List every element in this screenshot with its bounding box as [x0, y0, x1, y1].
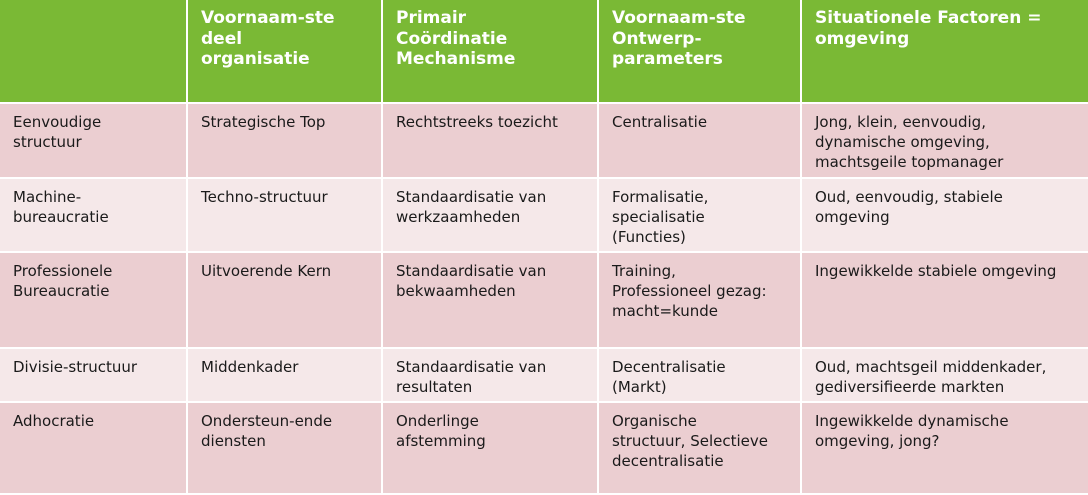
table-row: Adhocratie Ondersteun-ende diensten Onde…	[0, 402, 1088, 495]
table-row: Professionele Bureaucratie Uitvoerende K…	[0, 252, 1088, 349]
header-cell-design-params: Voornaam-ste Ontwerp- parameters	[598, 0, 802, 104]
table-cell: Onderlinge afstemming	[382, 402, 599, 495]
table-cell: Jong, klein, eenvoudig, dynamische omgev…	[801, 103, 1088, 179]
table-cell: Machine- bureaucratie	[0, 178, 188, 253]
table-cell: Adhocratie	[0, 402, 188, 495]
table-body: Eenvoudige structuur Strategische Top Re…	[0, 103, 1088, 495]
table-header: Voornaam-ste deel organisatie Primair Co…	[0, 0, 1088, 104]
table-cell: Ondersteun-ende diensten	[187, 402, 383, 495]
table-cell: Ingewikkelde dynamische omgeving, jong?	[801, 402, 1088, 495]
header-row: Voornaam-ste deel organisatie Primair Co…	[0, 0, 1088, 104]
table-row: Divisie-structuur Middenkader Standaardi…	[0, 348, 1088, 403]
table-cell: Formalisatie, specialisatie (Functies)	[598, 178, 802, 253]
header-cell-coordination: Primair Coördinatie Mechanisme	[382, 0, 599, 104]
table-cell: Oud, eenvoudig, stabiele omgeving	[801, 178, 1088, 253]
header-cell-situational-factors: Situationele Factoren = omgeving	[801, 0, 1088, 104]
table-cell: Standaardisatie van werkzaamheden	[382, 178, 599, 253]
table-row: Machine- bureaucratie Techno-structuur S…	[0, 178, 1088, 253]
table-cell: Middenkader	[187, 348, 383, 403]
table-cell: Standaardisatie van resultaten	[382, 348, 599, 403]
table-cell: Ingewikkelde stabiele omgeving	[801, 252, 1088, 349]
table-cell: Oud, machtsgeil middenkader, gediversifi…	[801, 348, 1088, 403]
table-cell: Training, Professioneel gezag: macht=kun…	[598, 252, 802, 349]
table-cell: Uitvoerende Kern	[187, 252, 383, 349]
table-cell: Organische structuur, Selectieve decentr…	[598, 402, 802, 495]
table-cell: Strategische Top	[187, 103, 383, 179]
header-cell-empty	[0, 0, 188, 104]
table-cell: Divisie-structuur	[0, 348, 188, 403]
table-cell: Professionele Bureaucratie	[0, 252, 188, 349]
table-cell: Techno-structuur	[187, 178, 383, 253]
table-row: Eenvoudige structuur Strategische Top Re…	[0, 103, 1088, 179]
header-label: Voornaam-ste deel organisatie	[201, 8, 335, 69]
table-cell: Decentralisatie (Markt)	[598, 348, 802, 403]
header-label: Situationele Factoren = omgeving	[815, 8, 1042, 49]
table-cell: Centralisatie	[598, 103, 802, 179]
header-label: Voornaam-ste Ontwerp- parameters	[612, 8, 746, 69]
header-label: Primair Coördinatie Mechanisme	[396, 8, 516, 69]
mintzberg-structure-table: Voornaam-ste deel organisatie Primair Co…	[0, 0, 1088, 495]
table-cell: Eenvoudige structuur	[0, 103, 188, 179]
table-cell: Rechtstreeks toezicht	[382, 103, 599, 179]
header-cell-main-part: Voornaam-ste deel organisatie	[187, 0, 383, 104]
table-cell: Standaardisatie van bekwaamheden	[382, 252, 599, 349]
